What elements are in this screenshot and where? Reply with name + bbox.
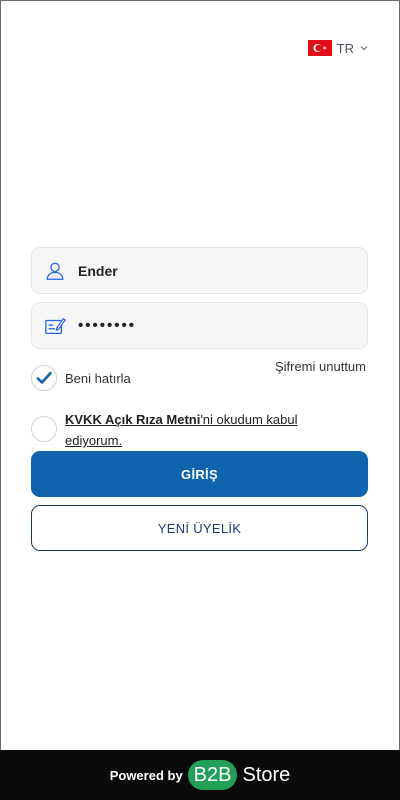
- password-edit-icon: [45, 317, 66, 334]
- language-code: TR: [336, 40, 354, 56]
- username-input[interactable]: [78, 255, 338, 286]
- kvkk-link-text: KVKK Açık Rıza Metni: [65, 412, 201, 427]
- password-input[interactable]: [78, 310, 338, 341]
- kvkk-checkbox[interactable]: [31, 416, 57, 442]
- checkmark-icon: [36, 371, 52, 384]
- forgot-password-link[interactable]: Şifremi unuttum: [275, 359, 366, 374]
- register-button[interactable]: YENİ ÜYELİK: [31, 505, 368, 551]
- powered-by-text: Powered by: [109, 767, 183, 783]
- chevron-down-icon: [360, 46, 368, 51]
- user-icon: [46, 262, 64, 280]
- brand-badge: B2B: [187, 760, 238, 790]
- kvkk-consent: KVKK Açık Rıza Metni'ni okudum kabul edi…: [31, 409, 325, 451]
- app-frame: TR Şifremi unuttum Beni hatırla: [0, 0, 400, 800]
- brand-name: Store: [242, 763, 291, 786]
- username-field[interactable]: [31, 247, 368, 294]
- remember-me-checkbox[interactable]: [31, 365, 57, 391]
- turkey-flag-icon: [307, 40, 332, 56]
- password-field[interactable]: [31, 302, 368, 349]
- remember-me: Beni hatırla: [31, 365, 131, 391]
- footer: Powered by B2B Store: [0, 750, 400, 800]
- remember-me-label: Beni hatırla: [65, 370, 131, 386]
- login-button[interactable]: GİRİŞ: [31, 451, 368, 497]
- kvkk-text: KVKK Açık Rıza Metni'ni okudum kabul edi…: [65, 409, 325, 451]
- kvkk-link[interactable]: KVKK Açık Rıza Metni'ni okudum kabul edi…: [65, 412, 297, 448]
- language-selector[interactable]: TR: [307, 39, 369, 57]
